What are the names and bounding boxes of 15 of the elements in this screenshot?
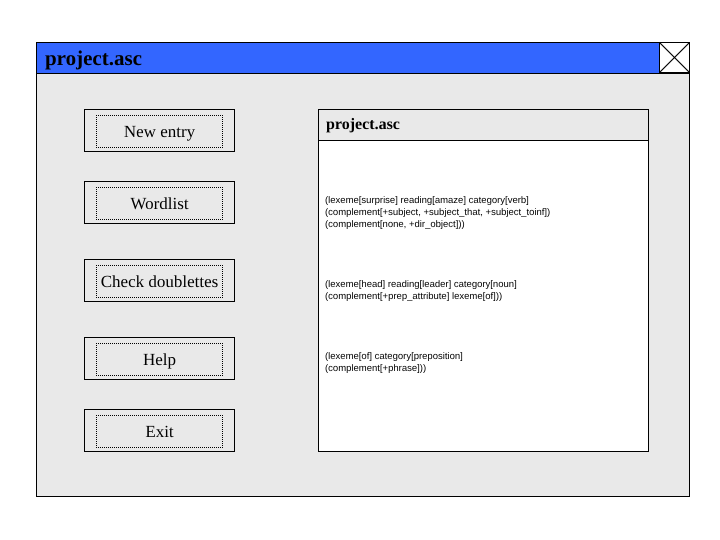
entry-line: (lexeme[surprise] reading[amaze] category[verb] — [325, 195, 530, 207]
menu-button[interactable]: New entry — [84, 109, 235, 152]
menu-button[interactable]: Help — [84, 337, 235, 380]
entry-line: (complement[none, +dir_object])) — [325, 219, 466, 231]
menu-button[interactable]: Wordlist — [84, 181, 235, 224]
entry-line: (complement[+phrase])) — [325, 363, 428, 375]
menu-button[interactable]: Exit — [84, 409, 235, 452]
entry-line: (lexeme[of] category[preposition] — [325, 351, 464, 363]
document-title: project.asc — [326, 116, 400, 134]
entry-line: (complement[+subject, +subject_that, +subject_toinf]) — [325, 207, 552, 219]
entry-line: (complement[+prep_attribute] lexeme[of])) — [325, 291, 504, 303]
menu-button[interactable]: Check doublettes — [84, 259, 235, 302]
entry-line: (lexeme[head] reading[leader] category[noun] — [325, 279, 518, 291]
window-title: project.asc — [44, 46, 142, 70]
close-icon[interactable] — [659, 42, 690, 73]
